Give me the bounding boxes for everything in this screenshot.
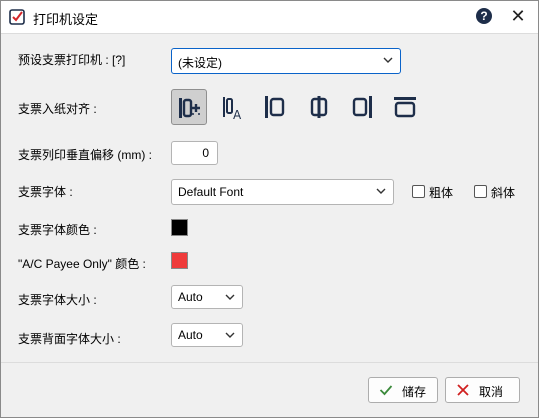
font-size-label: 支票字体大小 : xyxy=(18,293,97,307)
save-label: 储存 xyxy=(402,385,427,399)
printer-label: 预设支票打印机 : [?] xyxy=(18,53,126,67)
save-button[interactable]: 储存 xyxy=(368,377,438,403)
align-top-edge-icon xyxy=(394,97,416,118)
align-left-edge-icon xyxy=(265,96,285,118)
check-icon xyxy=(379,385,393,396)
align-center-icon xyxy=(310,96,328,118)
svg-text:A: A xyxy=(233,108,242,120)
chevron-down-icon xyxy=(225,332,235,338)
feed-align-label: 支票入纸对齐 : xyxy=(18,102,97,116)
bold-label: 粗体 xyxy=(429,186,454,200)
cancel-button[interactable]: 取消 xyxy=(445,377,520,403)
align-left-feed-button[interactable] xyxy=(171,89,207,125)
align-left-edge-button[interactable] xyxy=(257,89,293,125)
font-size-value: Auto xyxy=(178,290,203,304)
footer-divider xyxy=(1,362,538,363)
vertical-offset-input[interactable]: 0 xyxy=(171,141,218,165)
back-font-size-label: 支票背面字体大小 : xyxy=(18,332,121,346)
chevron-down-icon xyxy=(376,188,386,194)
printer-select[interactable]: (未设定) xyxy=(171,48,401,74)
italic-checkbox[interactable] xyxy=(474,185,487,198)
payee-color-label: "A/C Payee Only" 颜色 : xyxy=(18,257,146,271)
font-select[interactable]: Default Font xyxy=(171,179,394,205)
font-value: Default Font xyxy=(178,185,244,199)
font-size-select[interactable]: Auto xyxy=(171,285,243,309)
printer-value: (未设定) xyxy=(178,56,222,70)
window-title: 打印机设定 xyxy=(33,12,99,27)
align-top-edge-button[interactable] xyxy=(387,89,423,125)
font-label: 支票字体 : xyxy=(18,185,73,199)
font-color-swatch[interactable] xyxy=(171,219,188,236)
vertical-offset-label: 支票列印垂直偏移 (mm) : xyxy=(18,148,152,162)
bold-checkbox[interactable] xyxy=(412,185,425,198)
font-color-label: 支票字体颜色 : xyxy=(18,223,97,237)
align-left-text-icon: A xyxy=(223,97,242,120)
align-right-edge-icon xyxy=(352,96,372,118)
align-left-feed-icon xyxy=(179,98,200,118)
printer-settings-dialog: 打印机设定 ? ✕ 预设支票打印机 : [?] (未设定) 支票入纸对齐 : A xyxy=(0,0,539,418)
chevron-down-icon xyxy=(383,57,393,63)
close-button[interactable]: ✕ xyxy=(507,5,529,27)
align-center-button[interactable] xyxy=(301,89,337,125)
back-font-size-select[interactable]: Auto xyxy=(171,323,243,347)
cancel-label: 取消 xyxy=(479,385,504,399)
help-button[interactable]: ? xyxy=(476,8,492,24)
italic-label: 斜体 xyxy=(491,186,516,200)
back-font-size-value: Auto xyxy=(178,328,203,342)
chevron-down-icon xyxy=(225,294,235,300)
align-right-edge-button[interactable] xyxy=(345,89,381,125)
payee-color-swatch[interactable] xyxy=(171,252,188,269)
x-icon xyxy=(457,384,469,396)
title-bar: 打印机设定 ? ✕ xyxy=(1,1,538,34)
checklist-app-icon xyxy=(9,9,25,25)
align-left-text-button[interactable]: A xyxy=(215,89,251,125)
